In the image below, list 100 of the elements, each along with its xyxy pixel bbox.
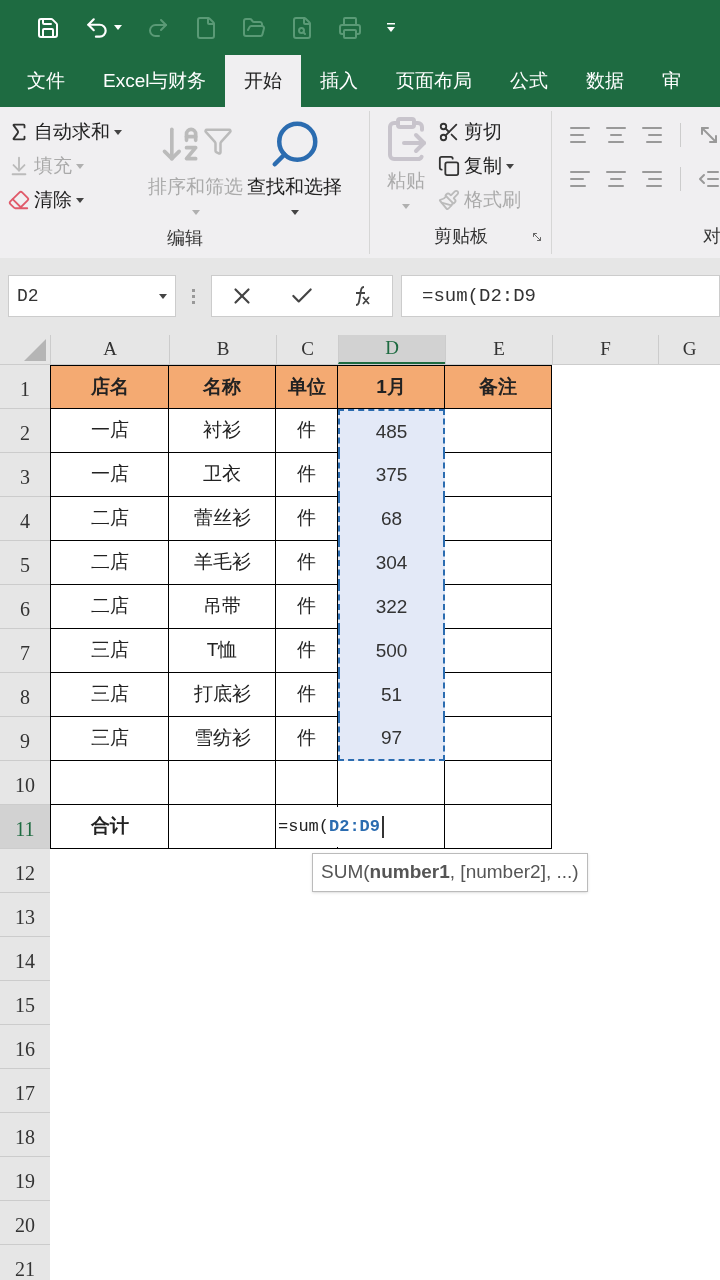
caret-icon xyxy=(114,129,122,135)
table-cell: 件 xyxy=(276,585,338,629)
ribbon-button[interactable]: 复制 xyxy=(438,149,521,183)
table-cell: 件 xyxy=(276,409,338,453)
table-cell: 三店 xyxy=(50,673,169,717)
header-cell: 名称 xyxy=(169,365,276,409)
ribbon-tab[interactable]: Excel与财务 xyxy=(84,55,226,107)
table-cell: 二店 xyxy=(50,541,169,585)
table-cell: 件 xyxy=(276,673,338,717)
printer-icon[interactable] xyxy=(338,15,362,40)
column-header[interactable]: D xyxy=(338,335,445,364)
table-cell: 合计 xyxy=(50,805,169,849)
row-header[interactable]: 14 xyxy=(0,937,50,981)
ribbon-tab[interactable]: 页面布局 xyxy=(377,55,492,107)
row-header[interactable]: 9 xyxy=(0,717,50,761)
table-cell: 件 xyxy=(276,717,338,761)
row-header[interactable]: 2 xyxy=(0,409,50,453)
paintbrush-icon xyxy=(438,189,460,211)
table-cell: 二店 xyxy=(50,497,169,541)
header-cell: 1月 xyxy=(338,365,445,409)
column-header[interactable]: E xyxy=(445,335,552,364)
column-header[interactable]: B xyxy=(169,335,276,364)
customize-icon[interactable] xyxy=(386,22,396,33)
table-cell: 322 xyxy=(338,585,445,629)
ribbon-button[interactable]: 查找和选择 xyxy=(247,115,342,225)
row-header[interactable]: 5 xyxy=(0,541,50,585)
table-cell: 三店 xyxy=(50,717,169,761)
row-header[interactable]: 10 xyxy=(0,761,50,805)
row-header[interactable]: 18 xyxy=(0,1113,50,1157)
ribbon-button[interactable]: 剪切 xyxy=(438,115,521,149)
folder-icon[interactable] xyxy=(242,15,266,40)
ribbon-button[interactable]: 清除 xyxy=(8,183,148,217)
table-cell: 件 xyxy=(276,453,338,497)
row-header[interactable]: 19 xyxy=(0,1157,50,1201)
grip-icon xyxy=(192,288,195,304)
table-cell: 三店 xyxy=(50,629,169,673)
table-cell: 51 xyxy=(338,673,445,717)
row-header[interactable]: 6 xyxy=(0,585,50,629)
row-header[interactable]: 13 xyxy=(0,893,50,937)
table-cell: 500 xyxy=(338,629,445,673)
table-cell: 羊毛衫 xyxy=(169,541,276,585)
scissors-icon xyxy=(438,121,460,143)
copy-icon xyxy=(438,155,460,177)
caret-icon xyxy=(506,163,514,169)
eraser-icon xyxy=(8,189,30,211)
row-header[interactable]: 4 xyxy=(0,497,50,541)
column-header[interactable]: A xyxy=(50,335,169,364)
formula-prefix: =sum( xyxy=(278,816,329,839)
row-header[interactable]: 11 xyxy=(0,805,50,849)
table-cell: 衬衫 xyxy=(169,409,276,453)
column-header[interactable]: G xyxy=(658,335,720,364)
table-cell xyxy=(276,761,338,805)
range-reference: D2:D9 xyxy=(329,816,381,839)
caret-icon xyxy=(76,163,84,169)
dialog-launcher-icon[interactable] xyxy=(531,230,543,243)
header-cell: 单位 xyxy=(276,365,338,409)
ribbon-button[interactable]: 自动求和 xyxy=(8,115,148,149)
caret-icon xyxy=(76,197,84,203)
ribbon-tab[interactable]: 审 xyxy=(643,55,701,107)
column-header[interactable]: F xyxy=(552,335,658,364)
save-icon[interactable] xyxy=(36,15,60,40)
table-cell: 304 xyxy=(338,541,445,585)
new-file-icon[interactable] xyxy=(194,15,218,40)
ribbon-tab[interactable]: 公式 xyxy=(491,55,568,107)
name-box[interactable]: D2 xyxy=(8,275,176,317)
row-header[interactable]: 1 xyxy=(0,365,50,409)
row-header[interactable]: 3 xyxy=(0,453,50,497)
ribbon-tab[interactable]: 文件 xyxy=(8,55,84,107)
group-label: 剪贴板 xyxy=(433,225,488,248)
ribbon-tab[interactable]: 数据 xyxy=(567,55,644,107)
table-cell: 卫衣 xyxy=(169,453,276,497)
row-header[interactable]: 21 xyxy=(0,1245,50,1280)
table-cell: 雪纺衫 xyxy=(169,717,276,761)
print-preview-icon[interactable] xyxy=(290,15,314,40)
text-cursor-icon xyxy=(382,816,385,838)
group-label: 编辑 xyxy=(166,227,203,250)
table-cell: 485 xyxy=(338,409,445,453)
table-cell: 打底衫 xyxy=(169,673,276,717)
row-header[interactable]: 17 xyxy=(0,1069,50,1113)
formula-field[interactable]: =sum(D2:D9 xyxy=(401,275,720,317)
header-cell: 备注 xyxy=(445,365,552,409)
row-header[interactable]: 15 xyxy=(0,981,50,1025)
function-tooltip: SUM(number1, [number2], ...) xyxy=(312,853,588,892)
row-header[interactable]: 8 xyxy=(0,673,50,717)
row-header[interactable]: 12 xyxy=(0,849,50,893)
table-cell: 一店 xyxy=(50,453,169,497)
table-cell: 件 xyxy=(276,629,338,673)
table-cell: 蕾丝衫 xyxy=(169,497,276,541)
ribbon-tab[interactable]: 插入 xyxy=(301,55,378,107)
cell-reference: D2 xyxy=(17,284,39,308)
select-all-icon[interactable] xyxy=(24,339,46,361)
row-header[interactable]: 7 xyxy=(0,629,50,673)
ribbon-tab[interactable]: 开始 xyxy=(225,55,302,107)
caret-icon[interactable] xyxy=(114,25,122,30)
table-cell: T恤 xyxy=(169,629,276,673)
caret-icon xyxy=(290,209,299,215)
row-header[interactable]: 16 xyxy=(0,1025,50,1069)
table-cell: 375 xyxy=(338,453,445,497)
header-cell: 店名 xyxy=(50,365,169,409)
row-header[interactable]: 20 xyxy=(0,1201,50,1245)
